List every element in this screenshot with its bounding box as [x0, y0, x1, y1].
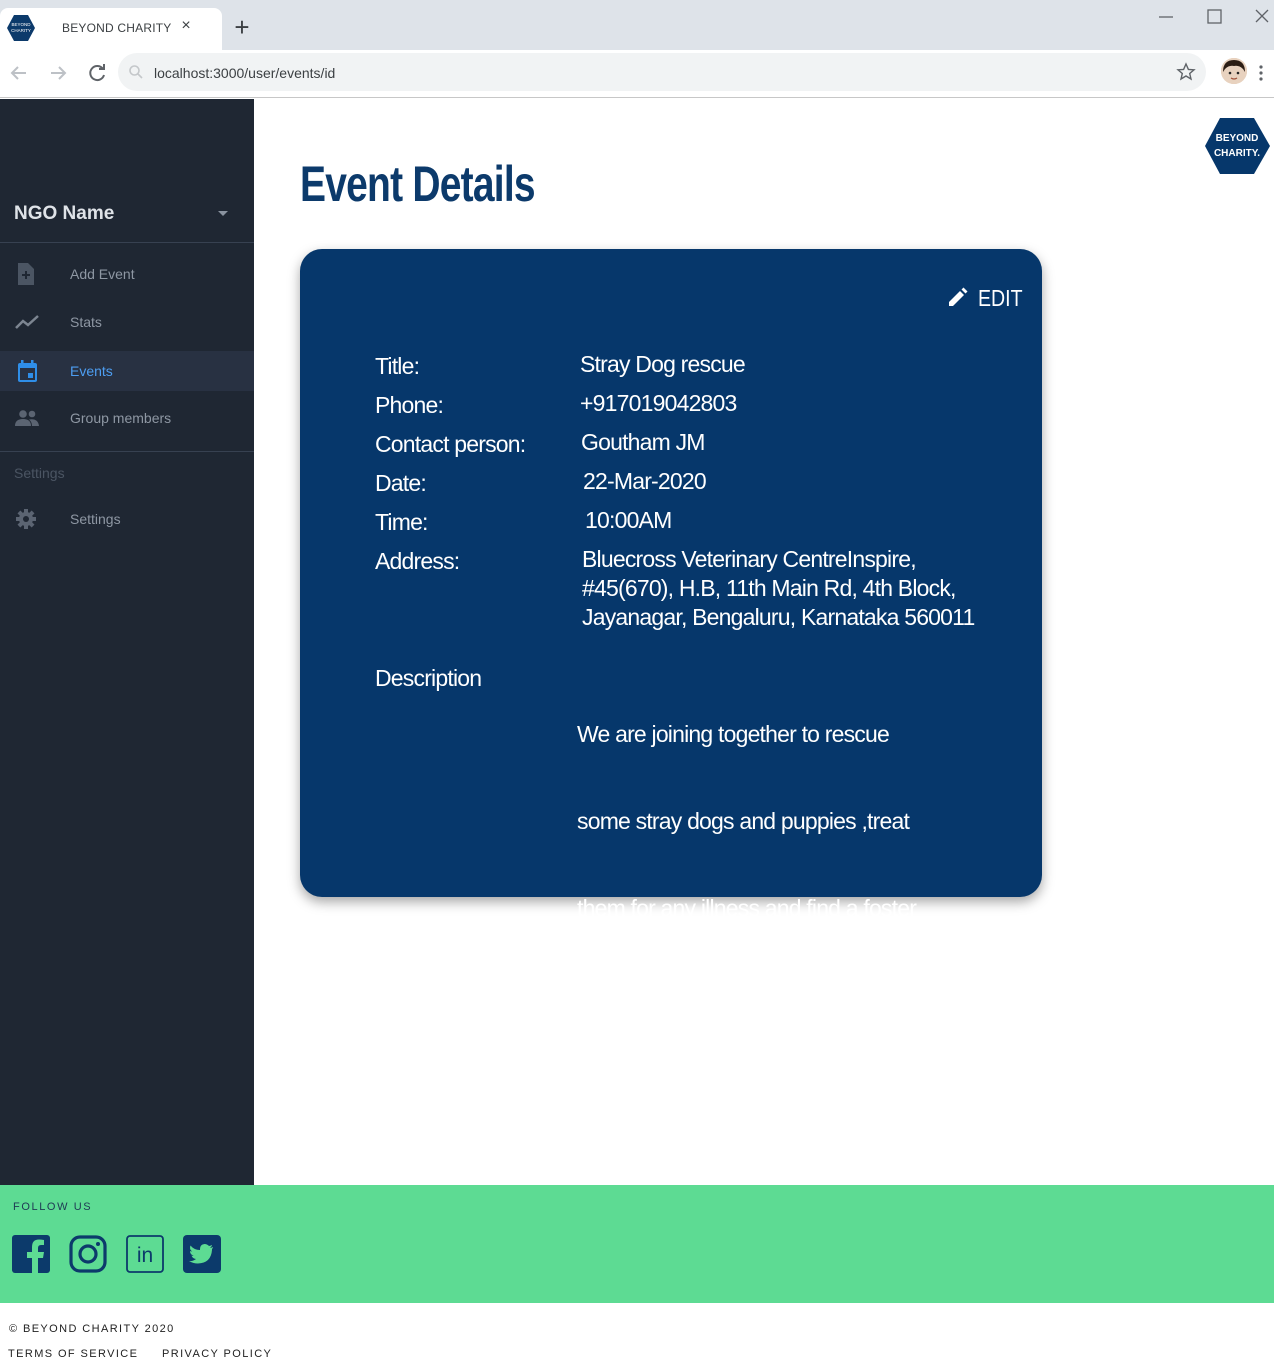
maximize-icon[interactable] [1202, 6, 1226, 28]
minimize-icon[interactable] [1154, 6, 1178, 28]
sidebar: NGO Name Add Event Stats Events Group me… [0, 99, 254, 1185]
sidebar-item-settings[interactable]: Settings [0, 499, 254, 539]
page-title: Event Details [300, 156, 536, 212]
browser-tab[interactable]: BEYOND CHARITY BEYOND CHARITY × [0, 8, 222, 50]
sidebar-divider [0, 242, 254, 243]
date-label: Date: [375, 470, 427, 496]
phone-label: Phone: [375, 392, 444, 418]
pencil-icon [949, 287, 968, 306]
footer: FOLLOW US in [0, 1185, 1274, 1303]
svg-text:CHARITY.: CHARITY. [1214, 148, 1260, 159]
privacy-policy-link[interactable]: PRIVACY POLICY [162, 1348, 272, 1360]
new-tab-icon[interactable]: + [230, 14, 254, 40]
description-line: We are joining together to rescue [577, 721, 890, 747]
sidebar-item-stats[interactable]: Stats [0, 302, 254, 342]
org-dropdown-caret-icon[interactable] [218, 211, 228, 216]
terms-of-service-link[interactable]: TERMS OF SERVICE [8, 1348, 138, 1360]
address-bar[interactable]: localhost:3000/user/events/id [118, 53, 1206, 91]
phone-value: +917019042803 [580, 390, 737, 416]
people-icon [15, 410, 39, 426]
browser-menu-icon[interactable] [1256, 63, 1266, 83]
address-label: Address: [375, 548, 460, 574]
trend-line-icon [15, 315, 39, 329]
svg-text:BEYOND: BEYOND [1216, 133, 1259, 144]
event-details-card: EDIT Title: Stray Dog rescue Phone: +917… [300, 249, 1042, 1008]
calendar-icon [18, 360, 37, 382]
address-line: #45(670), H.B, 11th Main Rd, 4th Block, [582, 575, 956, 601]
tab-title: BEYOND CHARITY [62, 21, 172, 35]
back-arrow-icon[interactable] [7, 61, 31, 85]
time-label: Time: [375, 509, 428, 535]
search-icon [129, 65, 143, 79]
description-line: them for any illness and find a foster [577, 895, 917, 921]
edit-label: EDIT [978, 285, 1023, 311]
svg-text:in: in [137, 1244, 153, 1267]
close-window-icon[interactable] [1250, 6, 1274, 28]
address-line: Bluecross Veterinary CentreInspire, [582, 546, 917, 572]
browser-toolbar: localhost:3000/user/events/id [0, 50, 1274, 98]
reload-icon[interactable] [85, 61, 109, 85]
sidebar-item-label: Group members [70, 410, 172, 426]
sidebar-item-label: Add Event [70, 266, 135, 282]
bookmark-star-icon[interactable] [1176, 62, 1196, 82]
facebook-icon[interactable] [12, 1235, 50, 1273]
profile-avatar[interactable] [1221, 58, 1247, 84]
sidebar-item-label: Stats [70, 314, 102, 330]
copyright-text: © BEYOND CHARITY 2020 [9, 1323, 175, 1335]
beyond-charity-logo[interactable]: BEYOND CHARITY. [1204, 117, 1270, 175]
svg-text:BEYOND: BEYOND [11, 22, 31, 27]
description-line: home for them [577, 982, 727, 1008]
sidebar-item-add-event[interactable]: Add Event [0, 254, 254, 294]
contact-person-label: Contact person: [375, 431, 526, 457]
address-value: Bluecross Veterinary CentreInspire, #45(… [582, 545, 1012, 632]
sidebar-item-label: Settings [70, 511, 121, 527]
sidebar-section-label: Settings [14, 465, 65, 481]
contact-person-value: Goutham JM [581, 429, 705, 455]
twitter-icon[interactable] [183, 1235, 221, 1273]
avatar-icon [1221, 58, 1247, 84]
edit-button[interactable]: EDIT [946, 283, 1026, 311]
sidebar-item-group-members[interactable]: Group members [0, 398, 254, 438]
add-document-icon [18, 263, 34, 285]
follow-us-label: FOLLOW US [13, 1201, 93, 1213]
browser-tab-bar: BEYOND CHARITY BEYOND CHARITY × + [0, 0, 1274, 50]
description-line: some stray dogs and puppies ,treat [577, 808, 910, 834]
title-value: Stray Dog rescue [580, 351, 746, 377]
forward-arrow-icon[interactable] [46, 61, 70, 85]
address-line: Jayanagar, Bengaluru, Karnataka 560011 [582, 604, 975, 630]
url-text[interactable]: localhost:3000/user/events/id [154, 65, 335, 81]
sidebar-item-events[interactable]: Events [0, 351, 254, 391]
date-value: 22-Mar-2020 [583, 468, 707, 494]
org-name[interactable]: NGO Name [14, 203, 114, 225]
time-value: 10:00AM [585, 507, 672, 533]
linkedin-icon[interactable]: in [126, 1235, 164, 1273]
instagram-icon[interactable] [69, 1235, 107, 1273]
close-tab-icon[interactable]: × [178, 17, 194, 37]
sidebar-divider [0, 451, 254, 452]
title-label: Title: [375, 353, 420, 379]
description-label: Description [375, 665, 482, 691]
description-value: We are joining together to rescue some s… [577, 662, 1007, 1068]
svg-text:CHARITY: CHARITY [11, 28, 31, 33]
beyond-charity-favicon-icon: BEYOND CHARITY [7, 15, 35, 41]
gear-icon [16, 509, 36, 529]
sidebar-item-label: Events [70, 363, 113, 379]
